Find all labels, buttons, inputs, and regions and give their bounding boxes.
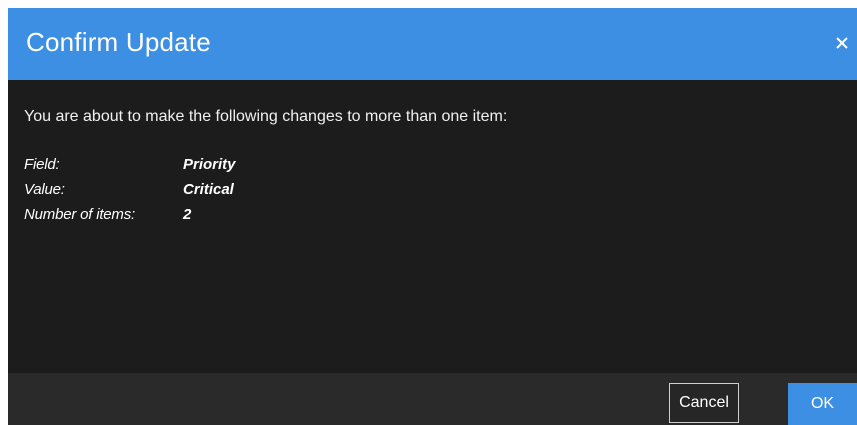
value-value: Critical <box>183 181 234 198</box>
confirm-update-dialog: Confirm Update You are about to make the… <box>8 8 857 425</box>
cancel-button[interactable]: Cancel <box>669 383 739 423</box>
number-of-items-value: 2 <box>183 206 192 223</box>
close-icon[interactable] <box>831 32 853 54</box>
dialog-title: Confirm Update <box>26 27 211 57</box>
dialog-header: Confirm Update <box>8 8 857 80</box>
number-of-items-label: Number of items: <box>24 206 135 223</box>
background-page-strip <box>0 0 857 8</box>
ok-button[interactable]: OK <box>788 383 857 425</box>
field-value: Priority <box>183 156 236 173</box>
field-label: Field: <box>24 156 60 173</box>
value-label: Value: <box>24 181 65 198</box>
dialog-footer: Cancel OK <box>8 373 857 425</box>
intro-text: You are about to make the following chan… <box>24 108 508 125</box>
dialog-body: You are about to make the following chan… <box>8 80 857 373</box>
